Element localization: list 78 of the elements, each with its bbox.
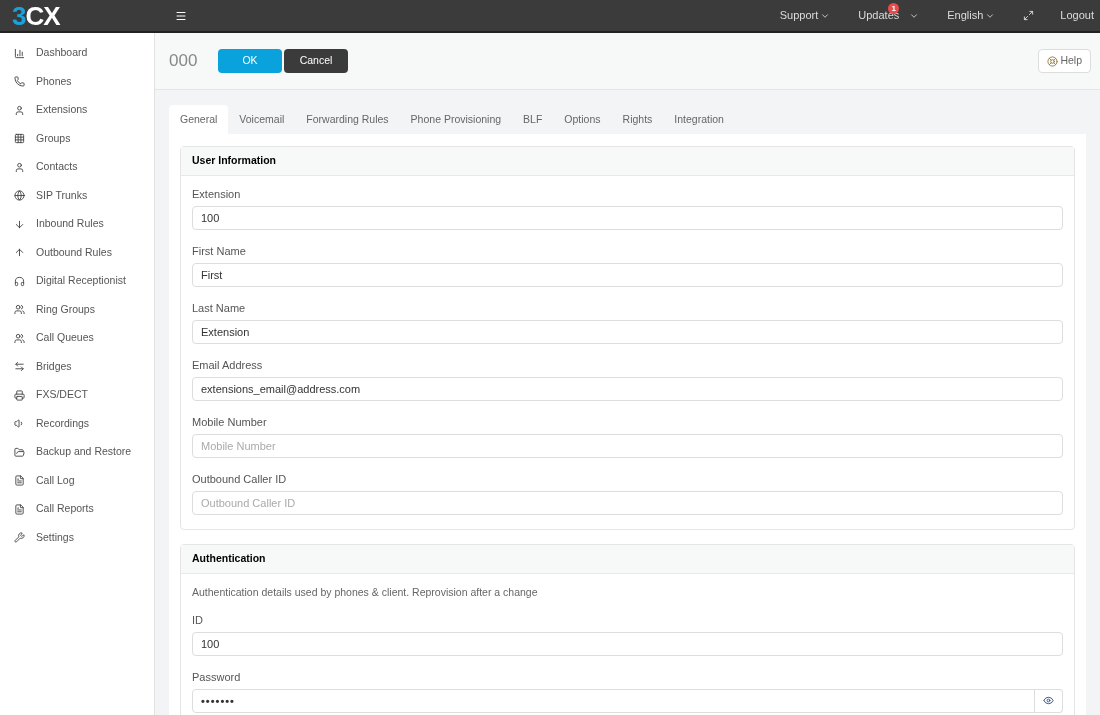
help-button[interactable]: Help [1038, 49, 1091, 73]
user-icon [14, 104, 25, 116]
field-label: Password [192, 669, 242, 684]
bar-chart-icon [14, 47, 25, 59]
logo: 3CX [11, 2, 61, 29]
menu-icon [175, 9, 187, 22]
printer-icon [14, 389, 25, 401]
input-field[interactable]: Extension [192, 320, 1063, 344]
section-note: Authentication details used by phones & client. Reprovision after a change [192, 585, 539, 600]
sidebar-item[interactable]: Phones [0, 67, 154, 96]
logout-link[interactable]: Logout [1060, 7, 1094, 24]
wrench-icon [14, 532, 25, 544]
top-menu-button[interactable]: English [947, 7, 996, 24]
sidebar-item[interactable]: Call Log [0, 466, 154, 495]
grid-icon [14, 133, 25, 145]
sidebar-item[interactable]: Contacts [0, 153, 154, 182]
speaker-icon [14, 418, 25, 430]
input-field[interactable]: First [192, 263, 1063, 287]
user-icon [14, 161, 25, 173]
tab[interactable]: Phone Provisioning [399, 105, 513, 134]
tab[interactable]: Integration [663, 105, 735, 134]
tab[interactable]: Options [553, 105, 612, 134]
document-icon [14, 475, 25, 487]
arrow-down-icon [14, 218, 25, 230]
sidebar-item[interactable]: Call Reports [0, 495, 154, 524]
input-field[interactable]: 100 [192, 631, 1063, 656]
lifebuoy-icon [1047, 55, 1059, 67]
sidebar-item[interactable]: Outbound Rules [0, 238, 154, 267]
arrows-icon [14, 361, 25, 373]
users-icon [14, 332, 25, 344]
folder-icon [14, 446, 25, 458]
arrow-up-icon [14, 247, 25, 259]
input-field[interactable]: Outbound Caller ID [192, 491, 1063, 515]
field-label: Extension [192, 187, 242, 201]
globe-icon [14, 190, 25, 202]
field-label: Outbound Caller ID [192, 472, 288, 486]
phone-icon [14, 76, 25, 88]
sidebar-item[interactable]: Inbound Rules [0, 210, 154, 239]
sidebar-item[interactable]: Recordings [0, 409, 154, 438]
users-icon [14, 304, 25, 316]
field-label: First Name [192, 244, 247, 258]
tab[interactable]: Voicemail [228, 105, 296, 134]
input-field[interactable]: extensions_email@address.com [192, 377, 1063, 401]
section-title: User Information [192, 153, 276, 169]
field-label: Email Address [192, 358, 264, 372]
document-icon [14, 503, 25, 515]
headphones-icon [14, 275, 25, 287]
sidebar-item[interactable]: Digital Receptionist [0, 267, 154, 296]
input-field[interactable]: Mobile Number [192, 434, 1063, 458]
tab[interactable]: General [169, 105, 229, 134]
page-title: 000 [169, 50, 199, 73]
notification-badge: 1 [888, 3, 900, 14]
menu-toggle-button[interactable] [175, 9, 187, 22]
field-label: Mobile Number [192, 415, 268, 429]
sidebar-item[interactable]: Extensions [0, 96, 154, 125]
fullscreen-button[interactable] [1023, 10, 1035, 21]
sidebar-item[interactable]: Dashboard [0, 39, 154, 68]
field-label: ID [192, 612, 204, 627]
sidebar-item[interactable]: Ring Groups [0, 295, 154, 324]
tab[interactable]: BLF [512, 105, 554, 134]
sidebar-item[interactable]: Call Queues [0, 324, 154, 353]
tab[interactable]: Rights [611, 105, 664, 134]
cancel-button[interactable]: Cancel [284, 49, 348, 73]
show-password-button[interactable] [1035, 688, 1063, 713]
eye-icon [1043, 695, 1054, 707]
sidebar-item[interactable]: Bridges [0, 352, 154, 381]
sidebar-item[interactable]: FXS/DECT [0, 381, 154, 410]
sidebar-item[interactable]: Groups [0, 124, 154, 153]
field-label: Last Name [192, 301, 247, 315]
sidebar-item[interactable]: SIP Trunks [0, 181, 154, 210]
tab[interactable]: Forwarding Rules [295, 105, 400, 134]
section-title: Authentication [192, 551, 266, 567]
sidebar-item[interactable]: Settings [0, 523, 154, 552]
password-field[interactable]: ••••••• [192, 688, 1035, 713]
sidebar-item[interactable]: Backup and Restore [0, 438, 154, 467]
input-field[interactable]: 100 [192, 206, 1063, 230]
expand-icon [1023, 10, 1035, 21]
top-menu-button[interactable]: Support [779, 7, 831, 24]
